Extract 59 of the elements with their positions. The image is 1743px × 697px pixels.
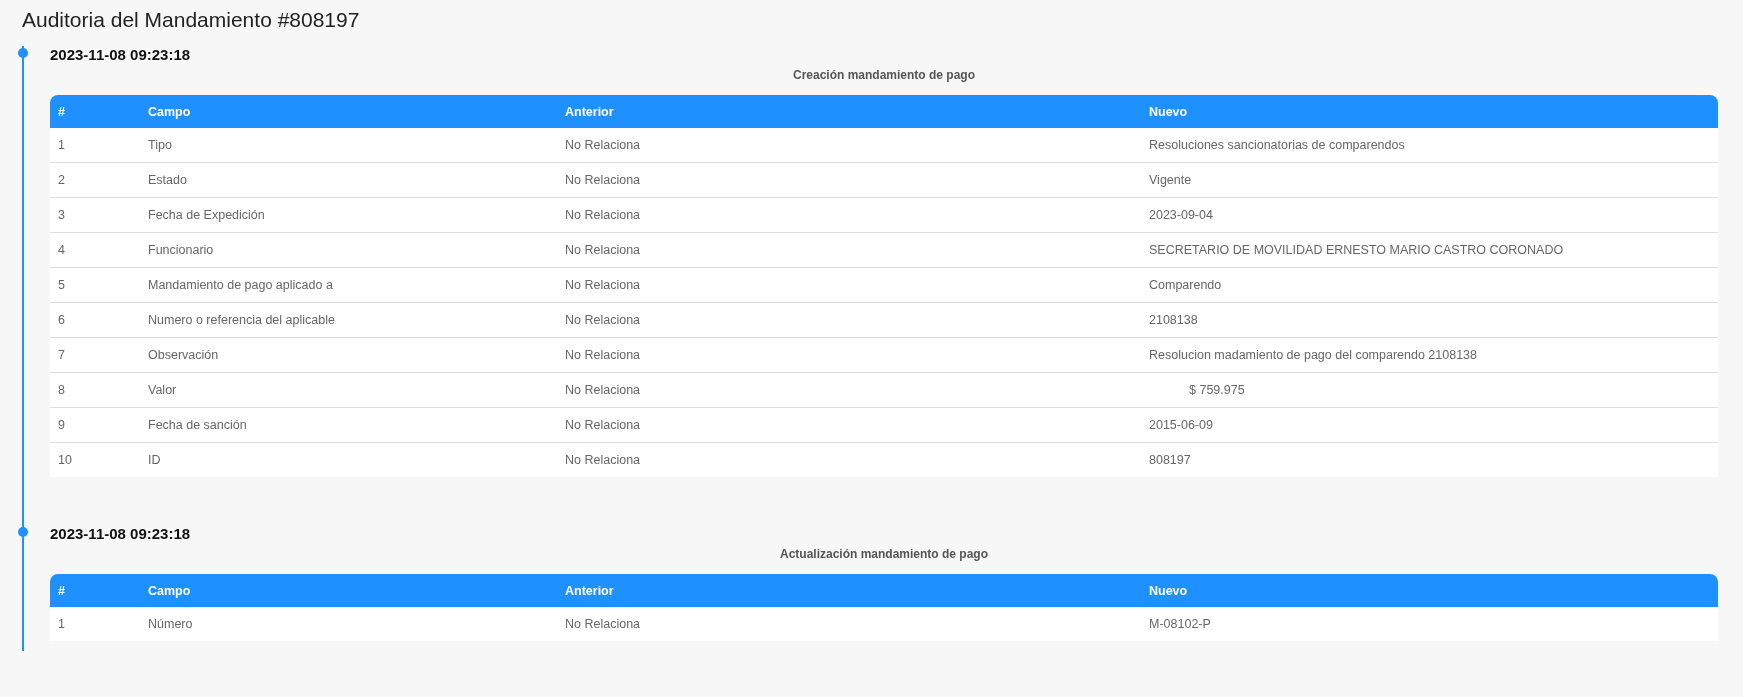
- table-cell: $ 759.975: [1141, 373, 1718, 408]
- table-cell: 7: [50, 338, 140, 373]
- table-cell: ID: [140, 443, 557, 477]
- table-cell: 2108138: [1141, 303, 1718, 338]
- table-cell: 808197: [1141, 443, 1718, 477]
- table-cell: 6: [50, 303, 140, 338]
- table-cell: No Relaciona: [557, 408, 1141, 443]
- table-cell: Valor: [140, 373, 557, 408]
- table-cell: Mandamiento de pago aplicado a: [140, 268, 557, 303]
- table-cell: 2015-06-09: [1141, 408, 1718, 443]
- table-cell: Estado: [140, 163, 557, 198]
- table-cell: Resoluciones sancionatorias de comparendos: [1141, 128, 1718, 163]
- table-cell: No Relaciona: [557, 233, 1141, 268]
- column-header: Campo: [140, 95, 557, 128]
- table-cell: 1: [50, 607, 140, 641]
- table-cell: Comparendo: [1141, 268, 1718, 303]
- column-header: #: [50, 95, 140, 128]
- entry-action: Creación mandamiento de pago: [791, 68, 976, 83]
- timeline-dot: [18, 527, 28, 537]
- table-cell: M-08102-P: [1141, 607, 1718, 641]
- column-header: Anterior: [557, 574, 1141, 607]
- column-header: #: [50, 574, 140, 607]
- entry-action: Actualización mandamiento de pago: [779, 547, 989, 562]
- table-cell: 5: [50, 268, 140, 303]
- column-header: Anterior: [557, 95, 1141, 128]
- entry-timestamp: 2023-11-08 09:23:18: [50, 525, 192, 543]
- table-cell: Fecha de sanción: [140, 408, 557, 443]
- table-cell: No Relaciona: [557, 163, 1141, 198]
- table-cell: No Relaciona: [557, 128, 1141, 163]
- column-header: Campo: [140, 574, 557, 607]
- table-cell: No Relaciona: [557, 338, 1141, 373]
- column-header: Nuevo: [1141, 574, 1718, 607]
- table-cell: 1: [50, 128, 140, 163]
- table-cell: Resolucion madamiento de pago del comparendo 2108138: [1141, 338, 1718, 373]
- table-cell: Fecha de Expedición: [140, 198, 557, 233]
- table-cell: Observación: [140, 338, 557, 373]
- timeline-dot: [18, 48, 28, 58]
- table-cell: 3: [50, 198, 140, 233]
- table-cell: No Relaciona: [557, 198, 1141, 233]
- table-cell: 4: [50, 233, 140, 268]
- table-cell: No Relaciona: [557, 373, 1141, 408]
- entry-timestamp: 2023-11-08 09:23:18: [50, 46, 192, 64]
- table-cell: Numero o referencia del aplicable: [140, 303, 557, 338]
- table-cell: Número: [140, 607, 557, 641]
- page-title: Auditoria del Mandamiento #808197: [22, 7, 361, 33]
- table-cell: 2: [50, 163, 140, 198]
- table-cell: Vigente: [1141, 163, 1718, 198]
- table-cell: No Relaciona: [557, 607, 1141, 641]
- table-cell: 8: [50, 373, 140, 408]
- table-cell: Funcionario: [140, 233, 557, 268]
- column-header: Nuevo: [1141, 95, 1718, 128]
- table-cell: No Relaciona: [557, 443, 1141, 477]
- table-cell: 10: [50, 443, 140, 477]
- table-cell: No Relaciona: [557, 268, 1141, 303]
- table-cell: 2023-09-04: [1141, 198, 1718, 233]
- table-cell: 9: [50, 408, 140, 443]
- table-cell: SECRETARIO DE MOVILIDAD ERNESTO MARIO CASTRO CORONADO: [1141, 233, 1718, 268]
- table-cell: No Relaciona: [557, 303, 1141, 338]
- table-cell: Tipo: [140, 128, 557, 163]
